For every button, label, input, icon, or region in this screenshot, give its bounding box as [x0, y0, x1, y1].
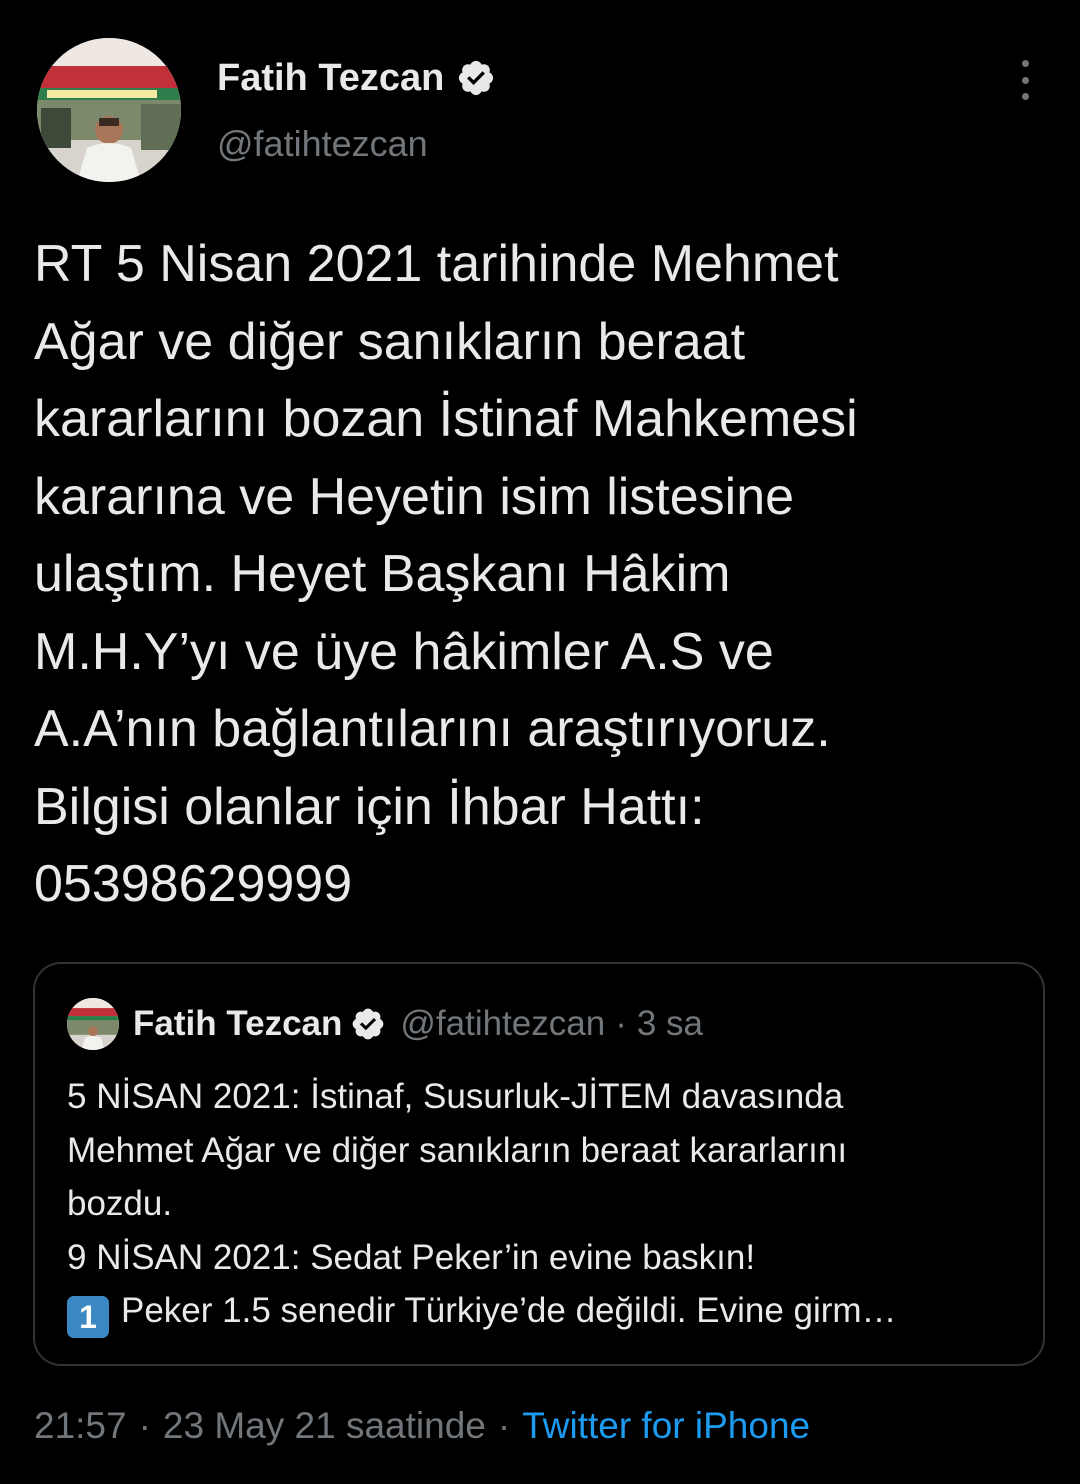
quoted-text-line: 1 Peker 1.5 senedir Türkiye’de değildi. E…	[67, 1284, 1017, 1338]
verified-badge-icon	[459, 60, 494, 96]
verified-badge-icon	[353, 1008, 384, 1040]
profile-photo	[37, 38, 181, 182]
quoted-author-avatar	[67, 998, 119, 1050]
separator-dot: ·	[138, 1405, 151, 1446]
author-avatar[interactable]	[37, 38, 181, 182]
author-name-row: Fatih Tezcan	[217, 52, 496, 104]
tweet-meta: 21:57 · 23 May 21 saatinde · Twitter for…	[34, 1402, 810, 1450]
separator-dot: ·	[497, 1405, 511, 1446]
author-handle[interactable]: @fatihtezcan	[217, 123, 428, 165]
tweet-date[interactable]: 23 May 21 saatinde	[163, 1405, 486, 1447]
more-dot	[1021, 60, 1029, 67]
keycap-one-icon: 1	[67, 1296, 109, 1338]
quoted-text-truncated: Peker 1.5 senedir Türkiye’de değildi. Ev…	[121, 1291, 897, 1330]
tweet-source-link[interactable]: Twitter for iPhone	[522, 1405, 810, 1447]
more-dot	[1021, 76, 1029, 84]
quoted-text-line: 9 NİSAN 2021: Sedat Peker’in evine baskı…	[67, 1237, 756, 1277]
quoted-text-line: Mehmet Ağar ve diğer sanıkların beraat k…	[67, 1130, 848, 1170]
author-display-name[interactable]: Fatih Tezcan	[217, 57, 444, 100]
quoted-text-line: bozdu.	[67, 1184, 173, 1223]
quoted-author-handle: @fatihtezcan	[400, 1004, 606, 1043]
tweet-detail: Fatih Tezcan @fatihtezcan RT 5 Nisan 202…	[0, 0, 1080, 1484]
quoted-tweet-card[interactable]: Fatih Tezcan @fatihtezcan · 3 sa 5 NİSAN…	[33, 962, 1045, 1366]
quoted-text-line: 5 NİSAN 2021: İstinaf, Susurluk-JİTEM da…	[67, 1077, 844, 1116]
tweet-time[interactable]: 21:57	[34, 1405, 127, 1447]
tweet-text: RT 5 Nisan 2021 tarihinde Mehmet Ağar ve…	[34, 235, 858, 913]
profile-photo	[67, 998, 119, 1050]
more-dot	[1021, 93, 1029, 100]
quoted-tweet-time: 3 sa	[636, 1004, 704, 1043]
more-options-icon[interactable]	[1010, 58, 1040, 102]
quoted-tweet-header: Fatih Tezcan @fatihtezcan · 3 sa	[67, 998, 703, 1050]
quoted-tweet-text: 5 NİSAN 2021: İstinaf, Susurluk-JİTEM da…	[67, 1070, 1017, 1338]
quoted-author-name: Fatih Tezcan	[133, 1004, 343, 1043]
separator-dot: ·	[615, 1004, 627, 1043]
